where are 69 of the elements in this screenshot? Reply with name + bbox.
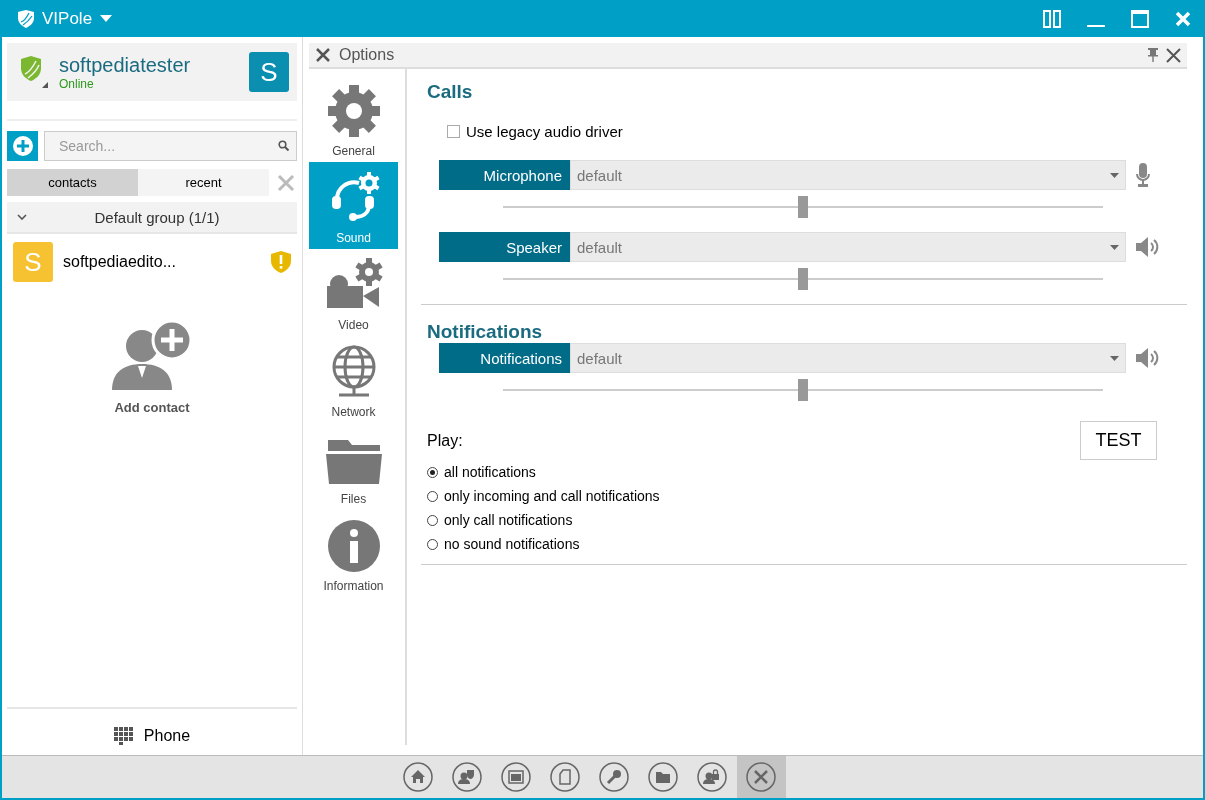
legacy-driver-checkbox[interactable]: Use legacy audio driver xyxy=(447,123,1187,140)
options-nav-item[interactable]: Information xyxy=(309,510,398,597)
search-field[interactable]: Search... xyxy=(44,131,297,161)
microphone-icon[interactable] xyxy=(1136,163,1150,187)
split-view-icon[interactable] xyxy=(1043,9,1061,28)
dropdown-caret-icon[interactable] xyxy=(100,15,113,22)
document-icon xyxy=(550,762,580,792)
shield-status-icon[interactable] xyxy=(19,54,49,90)
group-header[interactable]: Default group (1/1) xyxy=(7,202,297,234)
speaker-icon[interactable] xyxy=(1136,347,1160,369)
person-lock-icon xyxy=(697,762,727,792)
add-contact-label[interactable]: Add contact xyxy=(114,400,190,415)
test-button[interactable]: TEST xyxy=(1080,421,1157,460)
contacts-tab[interactable]: contacts xyxy=(7,169,138,196)
device-select[interactable]: default xyxy=(570,343,1126,373)
folder-icon xyxy=(325,438,382,486)
plus-icon xyxy=(11,135,34,157)
calendar-icon xyxy=(501,762,531,792)
checkbox[interactable] xyxy=(447,125,460,138)
section-heading: Calls xyxy=(427,81,474,103)
caret-icon xyxy=(1110,172,1119,178)
device-label: Notifications xyxy=(439,343,570,373)
close-icon[interactable] xyxy=(1166,47,1181,63)
maximize-icon[interactable] xyxy=(1131,9,1149,28)
add-button[interactable] xyxy=(7,131,38,161)
people-icon xyxy=(452,762,482,792)
volume-slider[interactable] xyxy=(503,268,1103,290)
play-option[interactable]: only call notifications xyxy=(427,512,1187,528)
profile-name: softpediatester xyxy=(59,53,192,77)
slider-thumb[interactable] xyxy=(798,379,808,401)
play-label: Play: xyxy=(427,431,463,450)
folder-icon xyxy=(648,762,678,792)
shield-logo-icon xyxy=(18,9,34,28)
info-icon xyxy=(326,519,381,573)
play-option[interactable]: all notifications xyxy=(427,464,1187,480)
options-title: Options xyxy=(339,46,395,64)
phone-label[interactable]: Phone xyxy=(143,727,191,745)
volume-slider[interactable] xyxy=(503,379,1103,401)
caret-icon xyxy=(1110,355,1119,361)
device-label: Speaker xyxy=(439,232,570,262)
add-person-icon[interactable] xyxy=(112,320,192,392)
volume-slider[interactable] xyxy=(503,196,1103,218)
options-nav-item[interactable]: Video xyxy=(309,249,398,336)
search-icon xyxy=(278,140,289,151)
keypad-icon xyxy=(113,727,134,745)
caret-icon xyxy=(1110,244,1119,250)
device-select[interactable]: default xyxy=(570,232,1126,262)
status-text: Online xyxy=(59,76,95,91)
options-nav-item[interactable]: Files xyxy=(309,423,398,510)
warning-shield-icon xyxy=(271,251,291,273)
slider-thumb[interactable] xyxy=(798,268,808,290)
pin-icon[interactable] xyxy=(1148,48,1158,62)
options-nav-item[interactable]: Network xyxy=(309,336,398,423)
contacts-tab[interactable]: recent xyxy=(138,169,269,196)
gear-icon xyxy=(326,84,381,138)
contact-name[interactable]: softpediaedito... xyxy=(63,253,261,271)
play-option[interactable]: only incoming and call notifications xyxy=(427,488,1187,504)
play-option[interactable]: no sound notifications xyxy=(427,536,1187,552)
house-icon xyxy=(403,762,433,792)
slider-thumb[interactable] xyxy=(798,196,808,218)
toolbar-button[interactable] xyxy=(736,756,786,798)
key-icon xyxy=(599,762,629,792)
group-label: Default group (1/1) xyxy=(93,208,221,226)
profile-avatar[interactable]: S xyxy=(249,52,289,92)
device-select[interactable]: default xyxy=(570,160,1126,190)
section-heading: Notifications xyxy=(427,321,544,343)
options-nav-item[interactable]: General xyxy=(309,75,398,162)
speaker-icon[interactable] xyxy=(1136,236,1160,258)
device-label: Microphone xyxy=(439,160,570,190)
